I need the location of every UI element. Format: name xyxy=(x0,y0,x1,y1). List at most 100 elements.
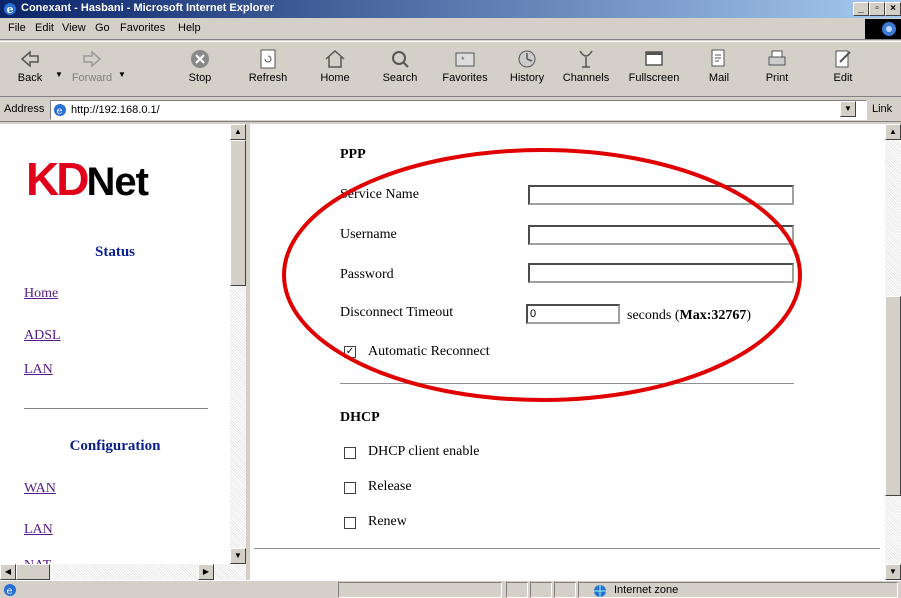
password-label: Password xyxy=(340,267,394,282)
search-label: Search xyxy=(382,72,418,84)
history-button[interactable]: History xyxy=(499,45,555,95)
content-scroll-up-icon[interactable]: ▲ xyxy=(885,124,901,140)
content-scroll-thumb[interactable] xyxy=(885,296,901,496)
channels-icon xyxy=(579,50,593,68)
mail-icon xyxy=(711,49,725,67)
nav-link-home[interactable]: Home xyxy=(24,286,58,302)
back-arrow-icon xyxy=(20,50,39,68)
print-button[interactable]: Print xyxy=(749,45,805,95)
back-dropdown-icon[interactable]: ▼ xyxy=(55,70,63,79)
close-button[interactable]: × xyxy=(885,2,901,16)
internet-zone-icon xyxy=(594,585,606,597)
menu-view[interactable]: View xyxy=(62,22,86,34)
minimize-button[interactable]: _ xyxy=(853,2,869,16)
nav-vertical-scrollbar[interactable]: ▲ ▼ xyxy=(230,124,246,564)
status-panel-3 xyxy=(554,582,576,598)
max-timeout-value: Max:32767 xyxy=(679,308,747,323)
nav-divider xyxy=(24,408,208,410)
mail-label: Mail xyxy=(708,72,730,84)
auto-reconnect-label: Automatic Reconnect xyxy=(368,344,490,359)
menu-help[interactable]: Help xyxy=(178,22,201,34)
menu-edit[interactable]: Edit xyxy=(35,22,54,34)
configuration-heading: Configuration xyxy=(69,438,161,454)
scroll-down-icon[interactable]: ▼ xyxy=(230,548,246,564)
content-vertical-scrollbar[interactable]: ▲ ▼ xyxy=(885,124,901,580)
status-bar: e Internet zone xyxy=(0,580,901,598)
hscroll-thumb[interactable] xyxy=(16,564,50,580)
address-label: Address xyxy=(4,103,45,115)
dhcp-client-enable-label: DHCP client enable xyxy=(368,444,480,459)
scroll-right-icon[interactable]: ▶ xyxy=(198,564,214,580)
channels-button[interactable]: Channels xyxy=(558,45,614,95)
close-paren: ) xyxy=(746,308,752,323)
auto-reconnect-checkbox[interactable]: ✓ xyxy=(344,346,356,358)
address-input[interactable]: e http://192.168.0.1/ xyxy=(50,100,867,120)
favorites-button[interactable]: * Favorites xyxy=(437,45,493,95)
nav-link-lan-status[interactable]: LAN xyxy=(24,362,53,378)
stop-icon xyxy=(191,50,209,68)
page-status-icon: e xyxy=(4,584,16,597)
home-button[interactable]: Home xyxy=(307,45,363,95)
home-label: Home xyxy=(320,72,350,84)
history-icon xyxy=(518,50,536,68)
logo-kd: KD xyxy=(26,153,89,205)
forward-arrow-icon xyxy=(83,50,102,68)
back-button[interactable]: Back xyxy=(2,45,58,95)
refresh-icon xyxy=(260,49,276,69)
ie-logo-icon: e xyxy=(4,3,16,16)
username-label: Username xyxy=(340,227,397,242)
window-title: Conexant - Hasbani - Microsoft Internet … xyxy=(21,2,275,14)
mail-button[interactable]: Mail xyxy=(691,45,747,95)
nav-link-adsl[interactable]: ADSL xyxy=(24,328,61,344)
menu-file[interactable]: File xyxy=(8,22,26,34)
scroll-left-icon[interactable]: ◀ xyxy=(0,564,16,580)
svg-text:*: * xyxy=(461,55,465,65)
navigation-frame: KDNet Status Home ADSL LAN Configuration… xyxy=(0,124,230,576)
search-button[interactable]: Search xyxy=(372,45,428,95)
disconnect-timeout-input[interactable] xyxy=(526,304,620,324)
scroll-up-icon[interactable]: ▲ xyxy=(230,124,246,140)
print-icon xyxy=(768,50,786,66)
address-bar: Address e http://192.168.0.1/ ▼ Link xyxy=(0,98,901,122)
content-scroll-down-icon[interactable]: ▼ xyxy=(885,564,901,580)
service-name-input[interactable] xyxy=(528,185,794,205)
stop-button[interactable]: Stop xyxy=(172,45,228,95)
nav-link-wan[interactable]: WAN xyxy=(24,481,56,497)
password-input[interactable] xyxy=(528,263,794,283)
menu-bar: File Edit View Go Favorites Help xyxy=(0,18,901,40)
fullscreen-button[interactable]: Fullscreen xyxy=(626,45,682,95)
svg-text:e: e xyxy=(7,3,14,16)
status-panel-main xyxy=(338,582,502,598)
address-dropdown-icon[interactable]: ▼ xyxy=(840,101,856,117)
favorites-label: Favorites xyxy=(442,72,488,84)
release-label: Release xyxy=(368,479,412,494)
favorites-icon: * xyxy=(455,52,475,67)
scroll-thumb[interactable] xyxy=(230,140,246,286)
channels-label: Channels xyxy=(562,72,610,84)
nav-horizontal-scrollbar[interactable]: ◀ ▶ xyxy=(0,564,246,580)
menu-favorites[interactable]: Favorites xyxy=(120,22,165,34)
home-icon xyxy=(325,49,345,68)
release-checkbox[interactable] xyxy=(344,482,356,494)
page-icon: e xyxy=(54,104,66,117)
edit-button[interactable]: Edit xyxy=(815,45,871,95)
menu-go[interactable]: Go xyxy=(95,22,110,34)
username-input[interactable] xyxy=(528,225,794,245)
maximize-button[interactable]: ▫ xyxy=(869,2,885,16)
refresh-button[interactable]: Refresh xyxy=(240,45,296,95)
svg-text:e: e xyxy=(7,586,13,597)
forward-button[interactable]: Forward xyxy=(64,45,120,95)
refresh-label: Refresh xyxy=(248,72,288,84)
kdnet-logo: KDNet xyxy=(26,152,149,206)
forward-dropdown-icon[interactable]: ▼ xyxy=(118,70,126,79)
links-button[interactable]: Link xyxy=(872,103,892,115)
status-heading: Status xyxy=(94,244,135,260)
standard-toolbar: Back ▼ Forward ▼ Stop Refresh Home Searc… xyxy=(0,41,901,97)
fullscreen-icon xyxy=(645,51,663,66)
dhcp-section-title: DHCP xyxy=(340,410,380,425)
bottom-divider xyxy=(254,548,880,550)
nav-link-lan-config[interactable]: LAN xyxy=(24,522,53,538)
internet-zone-text: Internet zone xyxy=(614,584,679,596)
dhcp-client-enable-checkbox[interactable] xyxy=(344,447,356,459)
renew-checkbox[interactable] xyxy=(344,517,356,529)
